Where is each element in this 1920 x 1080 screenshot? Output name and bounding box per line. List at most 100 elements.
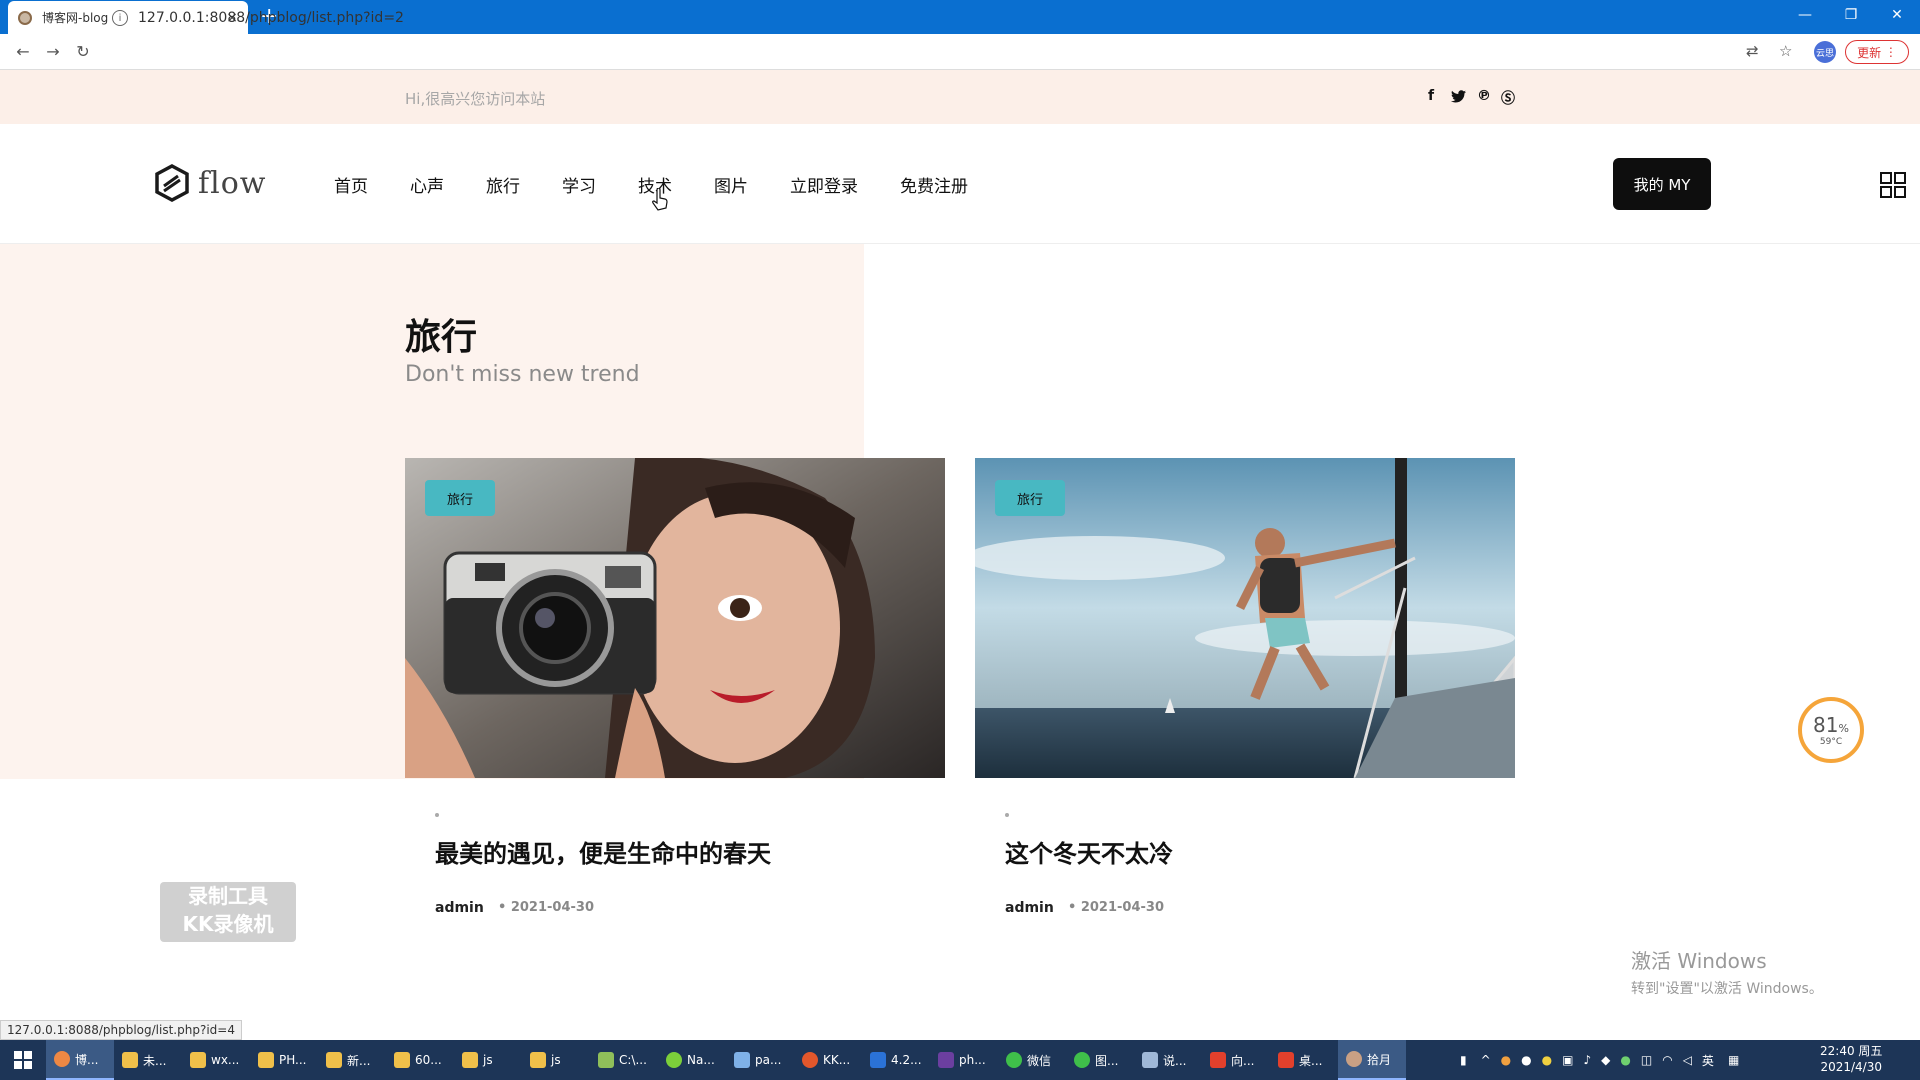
windows-logo-icon: [14, 1051, 32, 1069]
nav-item-register[interactable]: 免费注册: [900, 172, 968, 197]
my-account-button[interactable]: 我的 MY: [1613, 158, 1711, 210]
vs-icon: [870, 1052, 886, 1068]
taskbar-item[interactable]: 桌...: [1270, 1040, 1338, 1080]
taskbar-item[interactable]: Na...: [658, 1040, 726, 1080]
taskbar-item-chrome[interactable]: 博...: [46, 1040, 114, 1080]
navicat-icon: [666, 1052, 682, 1068]
battery-icon[interactable]: ▮: [1460, 1053, 1467, 1067]
taskbar-item[interactable]: ph...: [930, 1040, 998, 1080]
avatar-icon: [1346, 1051, 1362, 1067]
taskbar-item[interactable]: js: [522, 1040, 590, 1080]
windows-activation-notice: 激活 Windows 转到"设置"以激活 Windows。: [1631, 945, 1823, 998]
tray-expand-icon[interactable]: ^: [1481, 1053, 1491, 1067]
category-badge[interactable]: 旅行: [425, 480, 495, 516]
nav-item-login[interactable]: 立即登录: [790, 172, 858, 197]
top-strip: [0, 70, 1920, 124]
post-author[interactable]: admin: [1005, 900, 1054, 916]
tray-app-icon[interactable]: ◆: [1601, 1053, 1610, 1067]
restore-icon[interactable]: ❐: [1828, 0, 1874, 30]
bookmark-star-icon[interactable]: ☆: [1779, 42, 1792, 60]
taskbar-item[interactable]: 说...: [1134, 1040, 1202, 1080]
keyboard-icon[interactable]: ▦: [1728, 1053, 1739, 1067]
network-icon[interactable]: ◫: [1641, 1053, 1652, 1067]
folder-icon: [530, 1052, 546, 1068]
taskbar-item[interactable]: C:\...: [590, 1040, 658, 1080]
facebook-icon[interactable]: f: [1428, 88, 1434, 104]
minimize-icon[interactable]: —: [1782, 0, 1828, 30]
post-title[interactable]: 最美的遇见，便是生命中的春天: [435, 834, 771, 869]
taskbar-item[interactable]: pa...: [726, 1040, 794, 1080]
wechat-tray-icon[interactable]: ●: [1620, 1053, 1630, 1067]
volume-icon[interactable]: ◁: [1683, 1053, 1692, 1067]
taskbar-item[interactable]: js: [454, 1040, 522, 1080]
post-title[interactable]: 这个冬天不太冷: [1005, 834, 1173, 869]
site-logo[interactable]: flow: [154, 164, 266, 202]
tray-app-icon[interactable]: ●: [1501, 1053, 1511, 1067]
site-info-icon[interactable]: i: [112, 10, 128, 26]
clock-date: 2021/4/30: [1820, 1060, 1882, 1074]
system-tray: ▮ ^ ● ● ● ▣ ♪ ◆ ● ◫ ◠ ◁ 英 ▦: [1460, 1040, 1739, 1080]
folder-icon: [462, 1052, 478, 1068]
post-date: • 2021-04-30: [498, 900, 594, 915]
cpu-percent: 81%: [1813, 713, 1849, 737]
ime-indicator[interactable]: 英: [1702, 1052, 1714, 1069]
app-icon: [1210, 1052, 1226, 1068]
update-label: 更新: [1857, 45, 1882, 60]
post-author[interactable]: admin: [435, 900, 484, 916]
twitter-icon[interactable]: [1451, 90, 1466, 103]
skype-icon[interactable]: Ⓢ: [1501, 88, 1515, 108]
clock-time: 22:40 周五: [1820, 1044, 1883, 1058]
taskbar-item[interactable]: 60...: [386, 1040, 454, 1080]
meta-dot: [435, 813, 439, 817]
taskbar-clock[interactable]: 22:40 周五 2021/4/30: [1820, 1043, 1882, 1075]
wifi-icon[interactable]: ◠: [1662, 1053, 1672, 1067]
logo-hexagon-icon: [155, 164, 189, 202]
menu-grid-icon[interactable]: [1880, 172, 1906, 198]
post-date-text: 2021-04-30: [1080, 900, 1164, 915]
nav-item-travel[interactable]: 旅行: [486, 172, 520, 197]
taskbar-item[interactable]: 未...: [114, 1040, 182, 1080]
page-subtitle: Don't miss new trend: [405, 362, 640, 387]
document-icon: [1142, 1052, 1158, 1068]
phpstorm-icon: [938, 1052, 954, 1068]
url-field[interactable]: i 127.0.0.1:8088/phpblog/list.php?id=2: [112, 6, 1752, 30]
taskbar-item[interactable]: 拾月: [1338, 1040, 1406, 1080]
qq-icon[interactable]: ●: [1521, 1053, 1531, 1067]
cpu-monitor-widget[interactable]: 81% 59°C: [1798, 697, 1864, 763]
folder-icon: [258, 1052, 274, 1068]
profile-avatar[interactable]: 云思: [1814, 41, 1836, 63]
taskbar-item[interactable]: 4.2...: [862, 1040, 930, 1080]
taskbar-item[interactable]: 新...: [318, 1040, 386, 1080]
watermark-line-2: KK录像机: [182, 912, 274, 936]
folder-icon: [394, 1052, 410, 1068]
nav-item-voice[interactable]: 心声: [410, 172, 444, 197]
close-window-icon[interactable]: ✕: [1874, 0, 1920, 30]
taskbar-item[interactable]: 图...: [1066, 1040, 1134, 1080]
activation-subtitle: 转到"设置"以激活 Windows。: [1631, 981, 1823, 997]
tray-app-icon[interactable]: ▣: [1562, 1053, 1573, 1067]
url-text: 127.0.0.1:8088/phpblog/list.php?id=2: [138, 10, 404, 26]
back-icon[interactable]: ←: [8, 42, 38, 61]
notification-bell-icon[interactable]: ♪: [1583, 1053, 1591, 1067]
nav-item-pictures[interactable]: 图片: [714, 172, 748, 197]
taskbar-item[interactable]: KK...: [794, 1040, 862, 1080]
nav-item-home[interactable]: 首页: [334, 172, 368, 197]
reload-icon[interactable]: ↻: [68, 42, 98, 61]
translate-icon[interactable]: ⇄: [1746, 42, 1759, 60]
site-favicon-icon: [18, 10, 32, 25]
taskbar-item[interactable]: 向...: [1202, 1040, 1270, 1080]
address-bar: ← → ↻: [0, 34, 1920, 70]
nav-item-study[interactable]: 学习: [562, 172, 596, 197]
start-button[interactable]: [0, 1040, 46, 1080]
activation-title: 激活 Windows: [1631, 949, 1767, 973]
taskbar-item[interactable]: 微信: [998, 1040, 1066, 1080]
forward-icon[interactable]: →: [38, 42, 68, 61]
pinterest-icon[interactable]: ℗: [1477, 88, 1491, 104]
taskbar-item[interactable]: PH...: [250, 1040, 318, 1080]
post-date-text: 2021-04-30: [510, 900, 594, 915]
kk-recorder-icon: [802, 1052, 818, 1068]
category-badge[interactable]: 旅行: [995, 480, 1065, 516]
tray-app-icon[interactable]: ●: [1542, 1053, 1552, 1067]
update-button[interactable]: 更新 ⋮: [1845, 40, 1909, 64]
taskbar-item[interactable]: wx...: [182, 1040, 250, 1080]
